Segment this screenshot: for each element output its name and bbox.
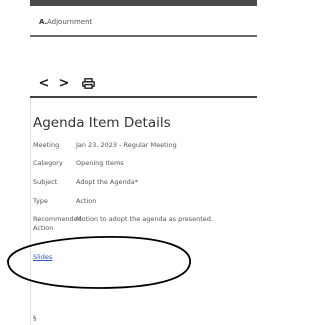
category-label: Category — [33, 159, 63, 167]
printer-icon — [81, 78, 95, 89]
chevron-right-icon: > — [58, 76, 70, 91]
agenda-list-item[interactable]: A. Adjournment — [30, 9, 257, 37]
top-bar — [30, 0, 257, 6]
subject-label: Subject — [33, 178, 58, 186]
type-value: Action — [76, 197, 97, 205]
meeting-value: Jan 23, 2023 - Regular Meeting — [76, 141, 177, 149]
previous-button[interactable]: < — [36, 75, 52, 92]
category-value: Opening Items — [76, 159, 124, 167]
recommended-action-label: Recommended — [33, 215, 82, 223]
highlight-oval — [7, 236, 191, 289]
next-button[interactable]: > — [56, 75, 72, 92]
chevron-left-icon: < — [38, 76, 50, 91]
agenda-item-title: Adjournment — [47, 18, 93, 26]
page-title: Agenda Item Details — [33, 115, 171, 131]
print-button[interactable] — [80, 75, 96, 92]
meeting-label: Meeting — [33, 141, 60, 149]
section-mark: § — [33, 314, 37, 322]
recommended-action-value: Motion to adopt the agenda as presented. — [76, 215, 213, 223]
agenda-item-letter: A. — [39, 18, 48, 26]
type-label: Type — [33, 197, 48, 205]
subject-value: Adopt the Agenda* — [76, 178, 138, 186]
